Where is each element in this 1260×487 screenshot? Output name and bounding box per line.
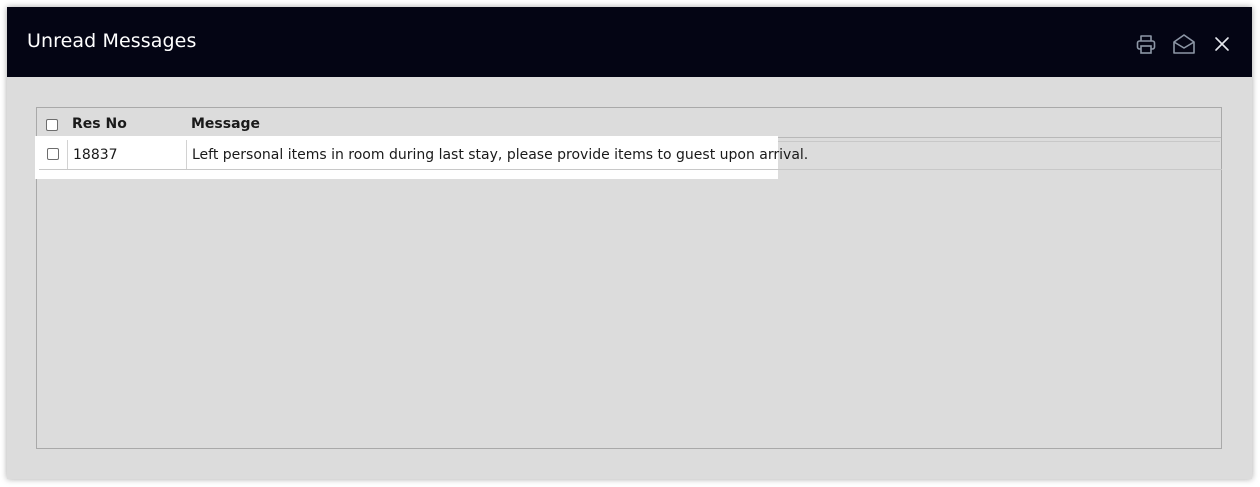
row-checkbox[interactable] bbox=[47, 148, 59, 160]
dialog-title: Unread Messages bbox=[27, 30, 197, 52]
column-divider bbox=[67, 140, 68, 169]
table-row[interactable]: 18837 Left personal items in room during… bbox=[39, 140, 1222, 170]
unread-messages-dialog: Unread Messages Res No Message 18837 Lef… bbox=[7, 7, 1252, 479]
messages-grid: Res No Message 18837 Left personal items… bbox=[35, 107, 1222, 449]
close-icon bbox=[1215, 37, 1229, 51]
column-header-res-no[interactable]: Res No bbox=[72, 116, 127, 132]
mark-read-button[interactable] bbox=[1170, 31, 1198, 57]
dialog-titlebar: Unread Messages bbox=[7, 7, 1252, 77]
envelope-open-icon bbox=[1173, 34, 1195, 54]
print-button[interactable] bbox=[1132, 31, 1160, 57]
column-divider bbox=[186, 140, 187, 169]
select-all-checkbox[interactable] bbox=[46, 119, 58, 131]
printer-icon bbox=[1136, 35, 1156, 54]
column-header-message[interactable]: Message bbox=[191, 116, 260, 132]
titlebar-actions bbox=[1122, 31, 1236, 57]
res-no-cell: 18837 bbox=[73, 147, 118, 163]
message-cell: Left personal items in room during last … bbox=[192, 147, 809, 163]
grid-header: Res No Message bbox=[37, 108, 1221, 138]
close-button[interactable] bbox=[1208, 31, 1236, 57]
